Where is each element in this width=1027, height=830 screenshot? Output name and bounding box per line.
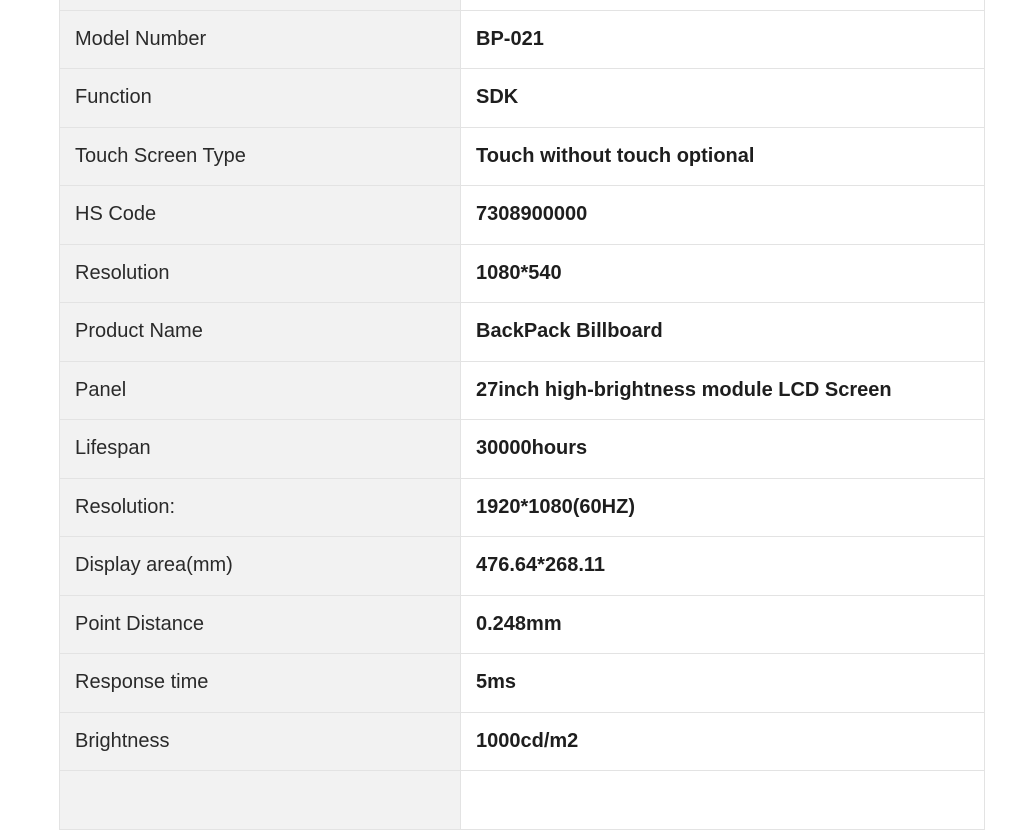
spec-value-cell: 1000cd/m2 (460, 711, 985, 771)
spec-key-cell: Display area(mm) (59, 536, 461, 596)
spec-value-cell (460, 770, 985, 830)
table-row: Panel 27inch high-brightness module LCD … (59, 360, 985, 420)
spec-key-cell: Brightness (59, 711, 461, 771)
spec-key-cell: Model Number (59, 9, 461, 69)
table-row: HS Code 7308900000 (59, 185, 985, 245)
table-row: Product Name BackPack Billboard (59, 302, 985, 362)
table-row (59, 770, 985, 830)
table-row: Response time 5ms (59, 653, 985, 713)
table-row: Function SDK (59, 68, 985, 128)
table-row (59, 0, 985, 11)
spec-key-cell: Response time (59, 653, 461, 713)
spec-key-cell: Product Name (59, 302, 461, 362)
spec-key-cell: Resolution (59, 243, 461, 303)
spec-key-cell: Touch Screen Type (59, 126, 461, 186)
spec-value-cell: 7308900000 (460, 185, 985, 245)
spec-key-cell (59, 770, 461, 830)
spec-value-cell: Touch without touch optional (460, 126, 985, 186)
product-spec-table: Model Number BP-021 Function SDK Touch S… (59, 0, 985, 830)
spec-key-cell: HS Code (59, 185, 461, 245)
spec-key-cell: Lifespan (59, 419, 461, 479)
spec-value-cell: BP-021 (460, 9, 985, 69)
spec-value-cell: BackPack Billboard (460, 302, 985, 362)
spec-table-body: Model Number BP-021 Function SDK Touch S… (59, 0, 985, 830)
spec-value-cell: 476.64*268.11 (460, 536, 985, 596)
spec-value-cell: 27inch high-brightness module LCD Screen (460, 360, 985, 420)
spec-value-cell: 0.248mm (460, 594, 985, 654)
spec-value-cell (460, 0, 985, 11)
table-row: Display area(mm) 476.64*268.11 (59, 536, 985, 596)
table-row: Model Number BP-021 (59, 9, 985, 69)
spec-value-cell: SDK (460, 68, 985, 128)
spec-key-cell: Point Distance (59, 594, 461, 654)
table-row: Point Distance 0.248mm (59, 594, 985, 654)
table-row: Brightness 1000cd/m2 (59, 711, 985, 771)
table-row: Resolution: 1920*1080(60HZ) (59, 477, 985, 537)
spec-key-cell (59, 0, 461, 11)
spec-key-cell: Resolution: (59, 477, 461, 537)
spec-value-cell: 30000hours (460, 419, 985, 479)
spec-value-cell: 1920*1080(60HZ) (460, 477, 985, 537)
table-row: Touch Screen Type Touch without touch op… (59, 126, 985, 186)
spec-key-cell: Function (59, 68, 461, 128)
spec-value-cell: 1080*540 (460, 243, 985, 303)
table-row: Resolution 1080*540 (59, 243, 985, 303)
spec-value-cell: 5ms (460, 653, 985, 713)
spec-key-cell: Panel (59, 360, 461, 420)
table-row: Lifespan 30000hours (59, 419, 985, 479)
